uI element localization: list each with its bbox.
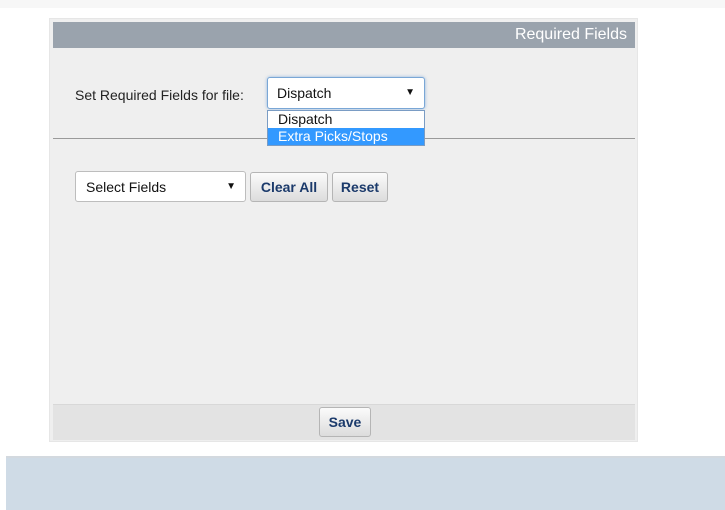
dropdown-option-dispatch[interactable]: Dispatch xyxy=(268,111,424,128)
panel-header: Required Fields xyxy=(53,22,635,48)
page-footer-band xyxy=(6,456,725,510)
reset-button[interactable]: Reset xyxy=(332,172,388,202)
panel-title: Required Fields xyxy=(514,26,627,43)
fields-select[interactable]: Select Fields ▼ xyxy=(75,171,246,202)
file-select[interactable]: Dispatch ▼ xyxy=(267,77,425,109)
page-top-strip xyxy=(0,0,725,8)
save-button[interactable]: Save xyxy=(319,407,371,437)
dropdown-option-extra-picks-stops[interactable]: Extra Picks/Stops xyxy=(268,128,424,145)
file-select-label: Set Required Fields for file: xyxy=(75,87,244,103)
clear-all-button[interactable]: Clear All xyxy=(250,172,328,202)
required-fields-panel: Required Fields Set Required Fields for … xyxy=(49,18,638,442)
fields-select-value: Select Fields xyxy=(86,179,167,195)
file-select-dropdown: Dispatch Extra Picks/Stops xyxy=(267,110,425,146)
file-select-value: Dispatch xyxy=(277,85,332,101)
chevron-down-icon: ▼ xyxy=(405,87,415,98)
chevron-down-icon: ▼ xyxy=(226,181,236,192)
